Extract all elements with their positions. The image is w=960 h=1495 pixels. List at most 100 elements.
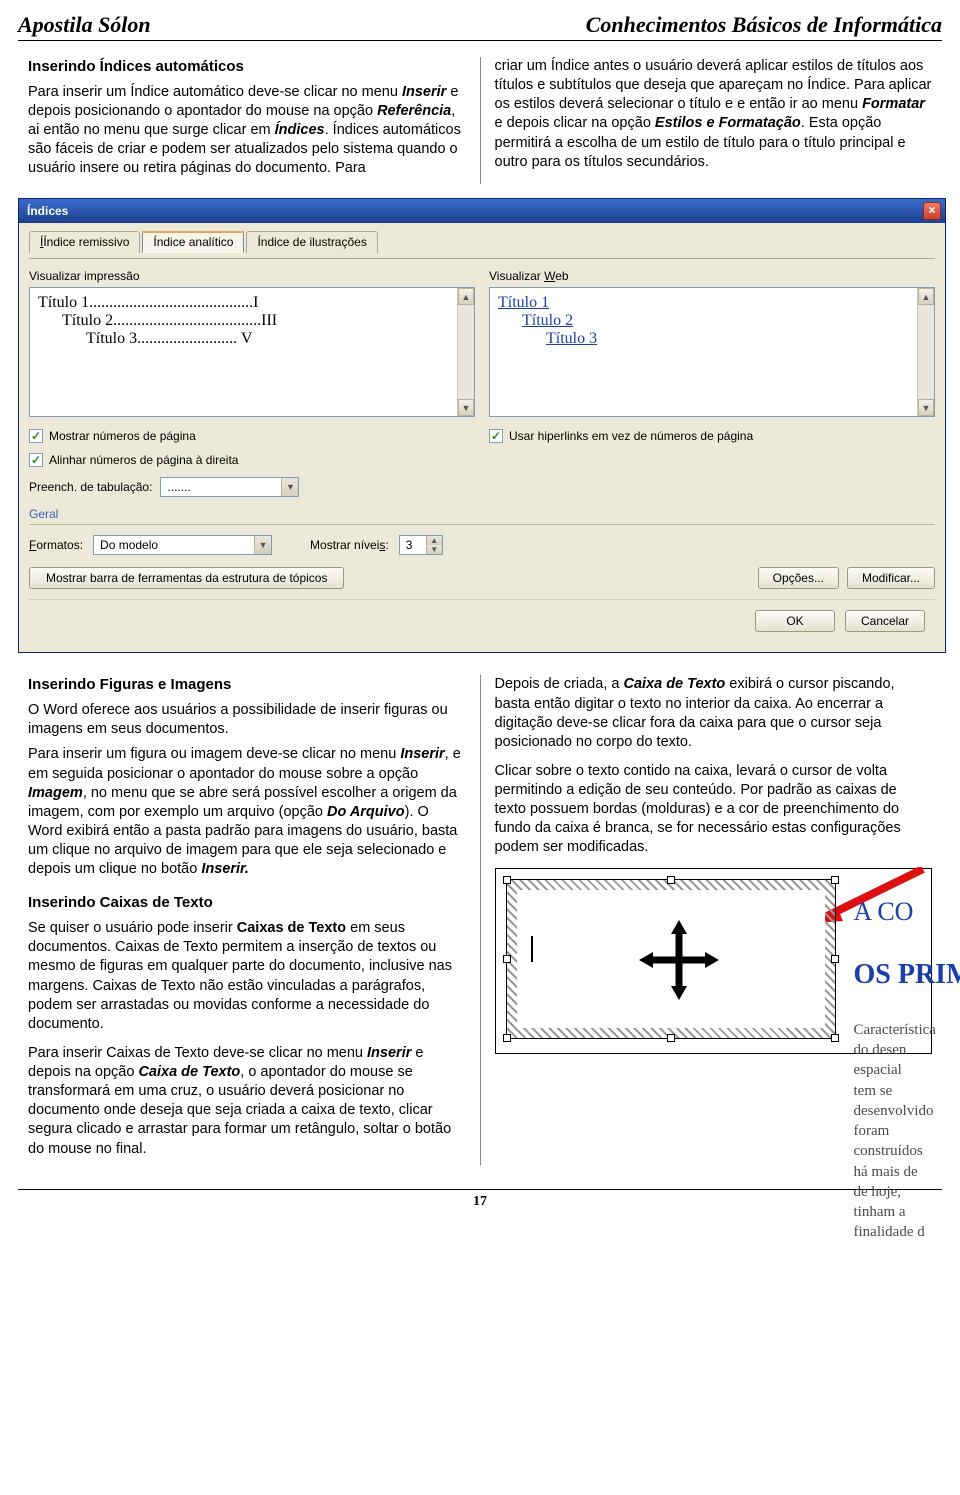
col-left: Inserindo Índices automáticos Para inser…: [18, 57, 476, 184]
move-cursor-icon: [639, 920, 719, 1000]
preview-print-col: Visualizar impressão Título 1...........…: [29, 269, 475, 417]
page-header: Apostila Sólon Conhecimentos Básicos de …: [18, 12, 942, 41]
resize-handle: [667, 876, 675, 884]
illus-small-2: espacial tem se desenvolvido: [854, 1060, 928, 1121]
tab-indice-remissivo[interactable]: ÍÍndice remissivoÍndice remissivo: [29, 231, 140, 253]
sec1-title: Inserindo Índices automáticos: [28, 57, 466, 77]
resize-handle: [831, 876, 839, 884]
chk-show-page-numbers[interactable]: ✓ Mostrar números de página: [29, 429, 475, 443]
scroll-down-icon[interactable]: ▼: [918, 399, 934, 416]
print-line-1: Título 1................................…: [38, 294, 466, 312]
print-line-2: Título 2................................…: [38, 312, 466, 330]
dialog-body: ÍÍndice remissivoÍndice remissivo Índice…: [19, 223, 945, 652]
column-divider: [480, 57, 481, 184]
outline-toolbar-button[interactable]: Mostrar barra de ferramentas da estrutur…: [29, 567, 344, 589]
sec3-p1: Se quiser o usuário pode inserir Caixas …: [28, 919, 466, 1034]
sec1-left-para: Para inserir um Índice automático deve-s…: [28, 83, 466, 179]
scroll-up-icon[interactable]: ▲: [458, 288, 474, 305]
levels-label: Mostrar níveis:Mostrar níveis:: [310, 538, 389, 552]
resize-handle: [831, 955, 839, 963]
checkbox-icon[interactable]: ✓: [29, 453, 43, 467]
spinner-down-icon[interactable]: ▼: [426, 545, 442, 554]
indices-dialog: Índices × ÍÍndice remissivoÍndice remiss…: [18, 198, 946, 653]
options-button[interactable]: Opções...: [758, 567, 839, 589]
chevron-down-icon[interactable]: ▼: [281, 478, 298, 496]
sec2-p1: O Word oferece aos usuários a possibilid…: [28, 701, 466, 739]
checkbox-icon[interactable]: ✓: [29, 429, 43, 443]
print-line-3: Título 3......................... V: [38, 330, 466, 348]
tab-fill-value: .......: [161, 480, 281, 494]
levels-spinner[interactable]: 3 ▲ ▼: [399, 535, 443, 555]
checkboxes-row: ✓ Mostrar números de página ✓ Alinhar nú…: [29, 429, 935, 497]
text-caret: [531, 936, 533, 962]
formats-value: Do modelo: [94, 538, 254, 552]
dialog-wrap: Índices × ÍÍndice remissivoÍndice remiss…: [18, 198, 942, 653]
header-right: Conhecimentos Básicos de Informática: [586, 12, 942, 38]
general-row: Formatos:Formatos: Do modelo ▼ Mostrar n…: [29, 535, 935, 555]
dialog-titlebar[interactable]: Índices ×: [19, 199, 945, 223]
bottom-col-left: Inserindo Figuras e Imagens O Word ofere…: [18, 675, 476, 1164]
section-indices-auto: Inserindo Índices automáticos Para inser…: [18, 57, 942, 184]
dialog-footer: OK Cancelar: [29, 599, 935, 642]
tab-indice-analitico[interactable]: Índice analítico: [142, 231, 244, 253]
formats-label: Formatos:Formatos:: [29, 538, 83, 552]
resize-handle: [667, 1034, 675, 1042]
scroll-down-icon[interactable]: ▼: [458, 399, 474, 416]
web-line-1: Título 1: [498, 294, 926, 312]
checks-left: ✓ Mostrar números de página ✓ Alinhar nú…: [29, 429, 475, 497]
illus-title-2: OS PRIMEIROS FO: [854, 957, 928, 994]
resize-handle: [503, 876, 511, 884]
spinner-up-icon[interactable]: ▲: [426, 536, 442, 545]
tab-fill-row: Preench. de tabulação: ....... ▼: [29, 477, 475, 497]
geral-separator: [29, 524, 935, 525]
illus-small-3: foram construídos há mais de: [854, 1121, 928, 1182]
illus-title-1: A CO: [854, 895, 928, 929]
chevron-down-icon[interactable]: ▼: [254, 536, 271, 554]
preview-print-box: Título 1................................…: [29, 287, 475, 417]
scroll-up-icon[interactable]: ▲: [918, 288, 934, 305]
preview-web-label: Visualizar WebVisualizar Web: [489, 269, 935, 283]
web-line-3: Título 3: [498, 330, 926, 348]
dialog-title: Índices: [27, 204, 68, 218]
preview-print-scrollbar[interactable]: ▲ ▼: [457, 288, 474, 416]
illus-small-1: Característica do desen: [854, 1020, 928, 1061]
web-line-2: Título 2: [498, 312, 926, 330]
tab-fill-combo[interactable]: ....... ▼: [160, 477, 299, 497]
tab-fill-label: Preench. de tabulação:: [29, 480, 152, 494]
preview-web-col: Visualizar WebVisualizar Web Título 1 Tí…: [489, 269, 935, 417]
cancel-button[interactable]: Cancelar: [845, 610, 925, 632]
geral-label: Geral: [29, 507, 935, 521]
ok-button[interactable]: OK: [755, 610, 835, 632]
bottom-col-right: Depois de criada, a Caixa de Texto exibi…: [485, 675, 943, 1164]
bottom-columns: Inserindo Figuras e Imagens O Word ofere…: [18, 675, 942, 1164]
col-right: criar um Índice antes o usuário deverá a…: [485, 57, 943, 184]
checkbox-icon[interactable]: ✓: [489, 429, 503, 443]
preview-web-scrollbar[interactable]: ▲ ▼: [917, 288, 934, 416]
sec4-p1: Depois de criada, a Caixa de Texto exibi…: [495, 675, 933, 752]
textbox-illustration: A CO OS PRIMEIROS FO Característica do d…: [495, 868, 933, 1054]
modify-button[interactable]: Modificar...: [847, 567, 935, 589]
textbox-inner: [517, 890, 825, 1028]
resize-handle: [503, 955, 511, 963]
resize-handle: [831, 1034, 839, 1042]
sec2-title: Inserindo Figuras e Imagens: [28, 675, 466, 695]
illus-small-4: de hoje, tinham a finalidade d: [854, 1182, 928, 1243]
textbox-frame: [506, 879, 836, 1039]
chk-align-right[interactable]: ✓ Alinhar números de página à direita: [29, 453, 475, 467]
chk-hyperlinks[interactable]: ✓ Usar hiperlinks em vez de números de p…: [489, 429, 935, 443]
tab-indice-ilustracoes[interactable]: Índice de ilustrações: [246, 231, 377, 253]
preview-web-box: Título 1 Título 2 Título 3 ▲ ▼: [489, 287, 935, 417]
sec3-p2: Para inserir Caixas de Texto deve-se cli…: [28, 1044, 466, 1159]
formats-combo[interactable]: Do modelo ▼: [93, 535, 272, 555]
sec3-title: Inserindo Caixas de Texto: [28, 893, 466, 913]
checks-right: ✓ Usar hiperlinks em vez de números de p…: [489, 429, 935, 497]
resize-handle: [503, 1034, 511, 1042]
tools-row: Mostrar barra de ferramentas da estrutur…: [29, 567, 935, 589]
sec1-right-para: criar um Índice antes o usuário deverá a…: [495, 57, 933, 172]
close-icon[interactable]: ×: [923, 202, 941, 220]
sec2-p2: Para inserir um figura ou imagem deve-se…: [28, 745, 466, 879]
page-number: 17: [18, 1189, 942, 1210]
dialog-tabs: ÍÍndice remissivoÍndice remissivo Índice…: [29, 231, 935, 253]
preview-print-label: Visualizar impressão: [29, 269, 475, 283]
illus-right-text: A CO OS PRIMEIROS FO Característica do d…: [854, 895, 928, 1243]
